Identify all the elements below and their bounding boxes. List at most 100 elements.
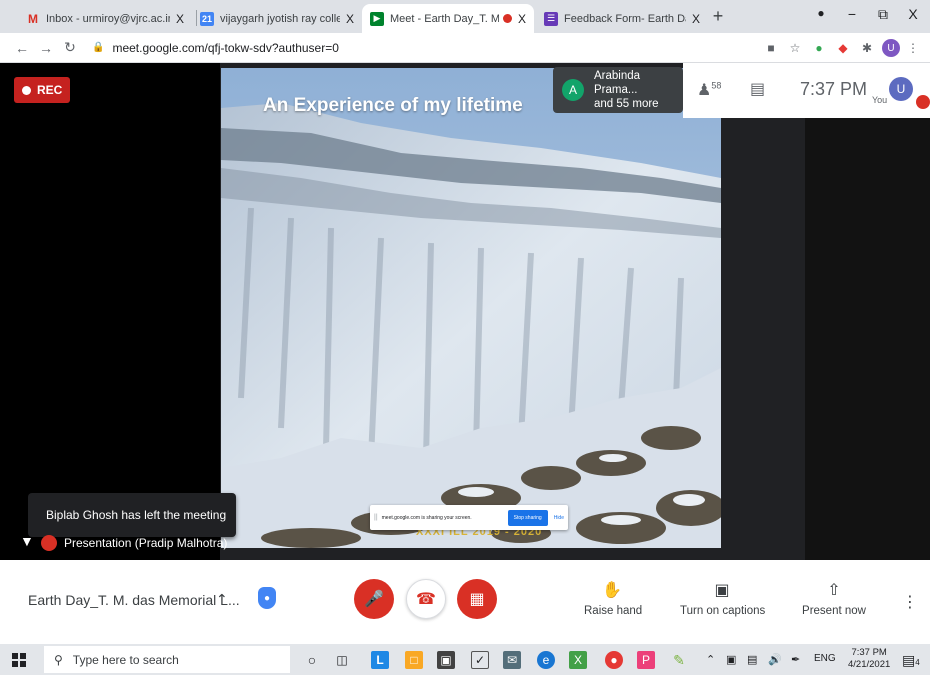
address-bar[interactable]: 🔒 meet.google.com/qfj-tokw-sdv?authuser=… [92, 41, 339, 55]
meet-controls-bar: Earth Day_T. M. das Memorial L... ⌃ ● 🎤 … [0, 560, 930, 644]
extension-icon[interactable]: ● [806, 6, 836, 20]
tab-feedback-form[interactable]: ☰ Feedback Form- Earth Day Celeb X [536, 4, 708, 33]
forward-arrow-icon[interactable]: → [34, 40, 58, 56]
present-now-button[interactable]: ⇧ Present now [802, 580, 866, 617]
close-window-button[interactable]: X [898, 6, 928, 22]
input-language[interactable]: ENG [814, 653, 836, 664]
meeting-title[interactable]: Earth Day_T. M. das Memorial L... [28, 592, 240, 608]
excel-icon[interactable]: X [569, 651, 587, 669]
tab-title: Inbox - urmiroy@vjrc.ac.in - vijay [46, 12, 170, 25]
hide-share-bar-link[interactable]: Hide [554, 515, 564, 521]
people-button[interactable]: ♟58 [697, 80, 721, 100]
gmail-icon: M [28, 11, 38, 26]
new-tab-button[interactable]: + [708, 6, 728, 27]
muted-mic-icon [916, 95, 930, 109]
system-date: 4/21/2021 [848, 659, 891, 670]
notification-count: 4 [915, 658, 920, 667]
browser-toolbar: ← → ↻ 🔒 meet.google.com/qfj-tokw-sdv?aut… [0, 33, 930, 63]
app-icon[interactable]: ✓ [471, 651, 489, 669]
meet-top-bar: ♟58 ▤ 7:37 PM You U [683, 63, 930, 118]
lock-icon: 🔒 [92, 42, 105, 53]
app-l-icon[interactable]: L [371, 651, 389, 669]
volume-icon[interactable]: 🔊 [768, 653, 782, 666]
browser-menu-icon[interactable]: ⋮ [902, 41, 924, 55]
calendar-icon: 21 [200, 11, 214, 26]
camera-off-button[interactable]: ▦ [457, 579, 497, 619]
reload-icon[interactable]: ↻ [58, 39, 82, 56]
pen-icon[interactable]: ✒ [791, 653, 800, 666]
mic-off-icon: 🎤 [364, 591, 384, 608]
camera-indicator-icon[interactable]: ■ [760, 41, 782, 55]
participant-more: and 55 more [594, 98, 659, 110]
screen-share-bar: || meet.google.com is sharing your scree… [370, 505, 568, 530]
presentation-label: Presentation (Pradip Malhotra) [64, 536, 228, 550]
extension-icon[interactable]: ◆ [832, 41, 854, 55]
minimize-button[interactable]: − [837, 6, 867, 22]
back-arrow-icon[interactable]: ← [10, 40, 34, 56]
tray-app-icon[interactable]: ▣ [726, 653, 736, 666]
people-icon: ♟ [697, 82, 712, 99]
hang-up-icon: ☎ [416, 591, 436, 608]
stage-side-panel [805, 118, 930, 560]
tab-close-icon[interactable]: X [692, 12, 700, 26]
mic-off-button[interactable]: 🎤 [354, 579, 394, 619]
search-icon: ⚲ [54, 652, 63, 667]
app-pen-icon[interactable]: ✎ [670, 651, 688, 669]
share-message: meet.google.com is sharing your screen. [381, 514, 472, 521]
chat-icon[interactable]: ▤ [750, 79, 765, 99]
tray-chevron-icon[interactable]: ⌃ [706, 653, 715, 666]
presentation-slide: An Experience of my lifetime XXXI ILL 20… [221, 68, 721, 548]
extensions-puzzle-icon[interactable]: ✱ [856, 41, 878, 55]
stage-letterbox [0, 63, 220, 560]
captions-button[interactable]: ▣ Turn on captions [680, 580, 766, 617]
more-options-icon[interactable]: ⋮ [902, 592, 918, 612]
stop-sharing-button[interactable]: Stop sharing [507, 509, 548, 526]
browser-tab-strip: M Inbox - urmiroy@vjrc.ac.in - vijay X 2… [0, 0, 930, 33]
task-view-icon[interactable]: ◫ [333, 651, 351, 669]
self-avatar: U [889, 77, 913, 101]
raise-hand-label: Raise hand [584, 605, 643, 617]
taskbar-search-box[interactable]: ⚲ Type here to search [44, 646, 290, 673]
leave-call-button[interactable]: ☎ [406, 579, 446, 619]
tab-close-icon[interactable]: X [518, 12, 526, 26]
app-pink-icon[interactable]: P [637, 651, 655, 669]
drag-handle-icon[interactable]: || [374, 514, 378, 521]
search-placeholder: Type here to search [72, 652, 179, 667]
network-icon[interactable]: ▤ [747, 653, 757, 666]
raise-hand-button[interactable]: ✋ Raise hand [584, 580, 643, 617]
pin-icon[interactable]: ▼ [20, 533, 34, 549]
cortana-icon[interactable]: ○ [303, 651, 321, 669]
system-time: 7:37 PM [851, 647, 887, 658]
captions-label: Turn on captions [680, 605, 766, 617]
bookmark-star-icon[interactable]: ☆ [784, 41, 806, 55]
windows-start-icon[interactable] [12, 653, 26, 667]
mail-icon[interactable]: ✉ [503, 651, 521, 669]
toolbar-actions: ■ ☆ ● ◆ ✱ U ⋮ [758, 33, 930, 63]
edge-icon[interactable]: e [537, 651, 555, 669]
system-clock[interactable]: 7:37 PM 4/21/2021 [848, 647, 890, 671]
tab-close-icon[interactable]: X [176, 12, 184, 26]
participant-avatar: A [562, 79, 584, 101]
meet-stage: An Experience of my lifetime XXXI ILL 20… [0, 63, 930, 560]
tab-calendar[interactable]: 21 vijaygarh jyotish ray college - Cal X [192, 4, 362, 33]
host-controls-shield-icon[interactable]: ● [258, 587, 276, 609]
restore-button[interactable]: ⧉ [868, 6, 898, 23]
recording-label: REC [37, 83, 63, 97]
people-count: 58 [711, 80, 722, 91]
chevron-up-icon[interactable]: ⌃ [216, 591, 228, 608]
location-extension-icon[interactable]: ● [808, 41, 830, 55]
tab-close-icon[interactable]: X [346, 12, 354, 26]
left-meeting-toast: Biplab Ghosh has left the meeting [28, 493, 236, 537]
participant-chip[interactable]: A Arabinda Prama... and 55 more [553, 67, 683, 113]
profile-avatar[interactable]: U [882, 39, 900, 57]
snow-mountain-image [221, 68, 721, 548]
chrome-icon[interactable]: ● [605, 651, 623, 669]
tab-gmail[interactable]: M Inbox - urmiroy@vjrc.ac.in - vijay X [18, 4, 192, 33]
store-icon[interactable]: ▣ [437, 651, 455, 669]
hand-icon: ✋ [602, 582, 622, 599]
camera-off-icon: ▦ [469, 591, 485, 608]
notifications-icon[interactable]: ▤4 [902, 652, 920, 669]
tab-meet[interactable]: ▶ Meet - Earth Day_T. M. das M X [362, 4, 534, 33]
captions-icon: ▣ [714, 582, 730, 599]
file-explorer-icon[interactable]: □ [405, 651, 423, 669]
